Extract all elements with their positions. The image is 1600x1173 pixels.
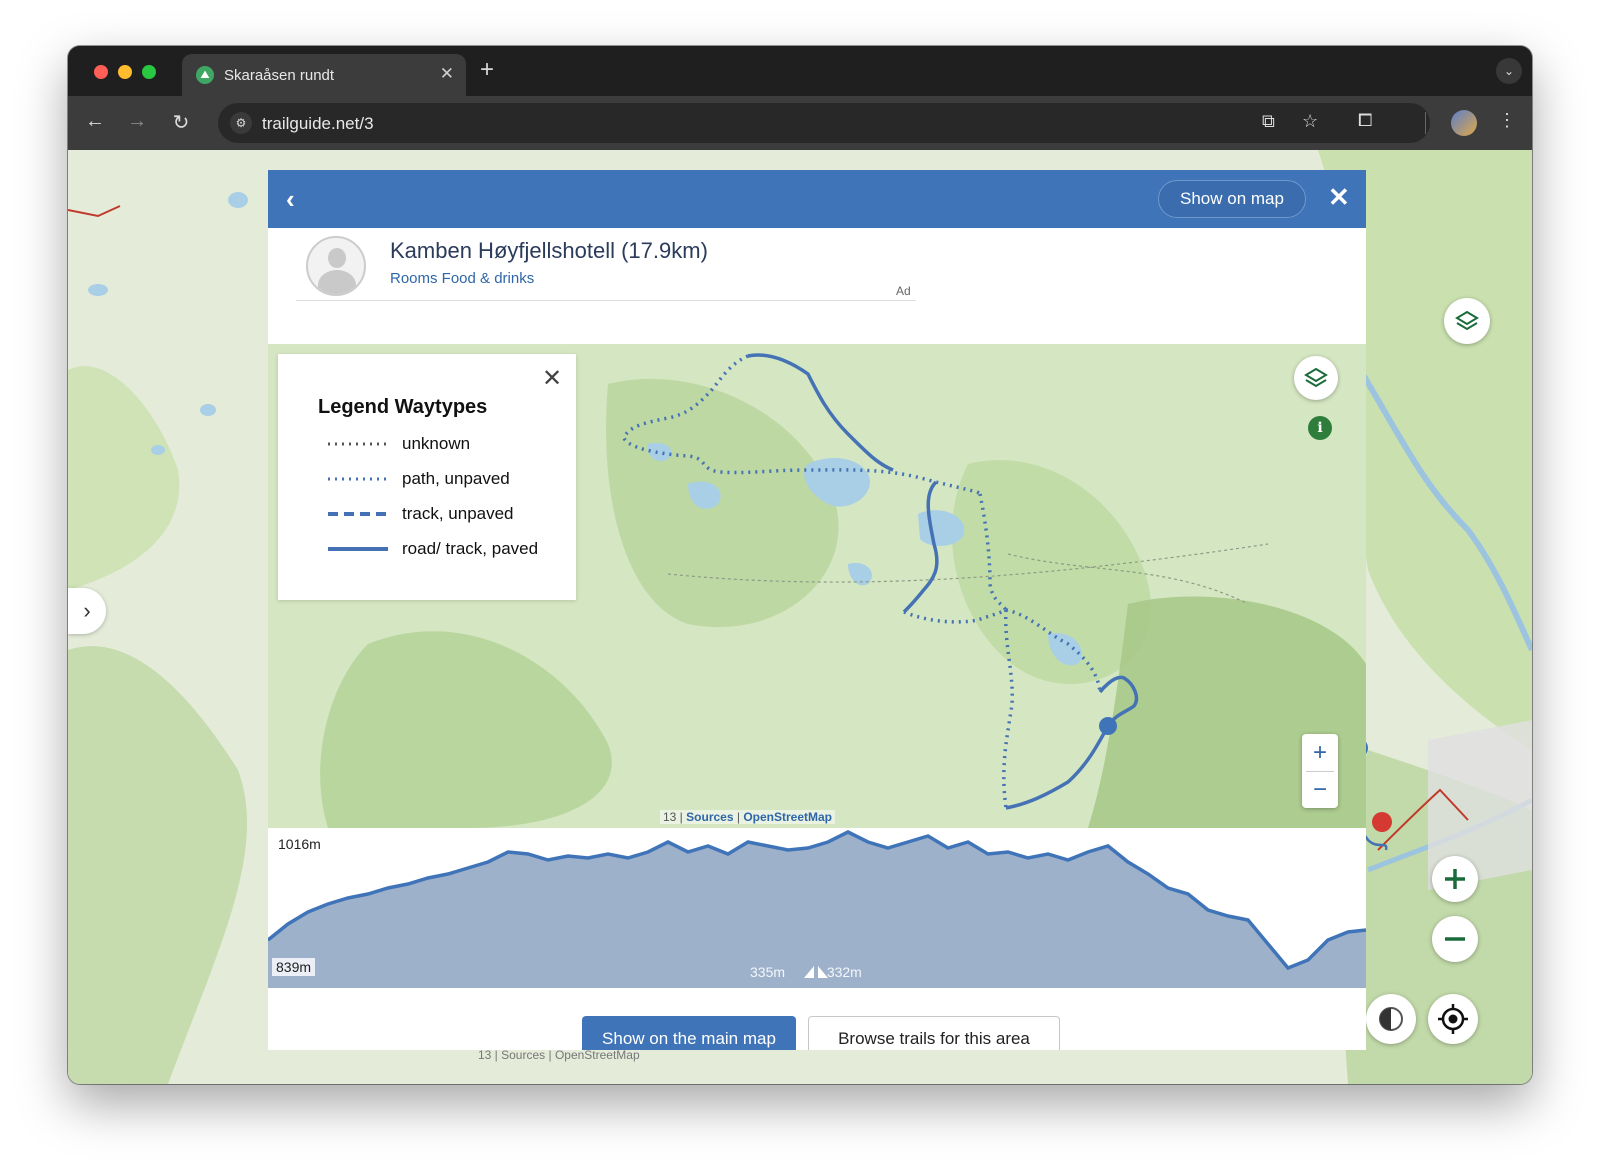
- browser-toolbar: ← → ↻ ⚙ trailguide.net/3 ⧉ ☆ ⧠ ⋮: [68, 96, 1532, 150]
- forward-arrow-icon[interactable]: →: [124, 110, 150, 133]
- extensions-puzzle-icon[interactable]: ⧠: [1358, 110, 1372, 131]
- trailguide-favicon-icon: ⛰: [196, 66, 214, 84]
- layers-button[interactable]: [1444, 298, 1490, 344]
- crosshair-icon: [1438, 1004, 1468, 1034]
- legend-label: road/ track, paved: [402, 539, 539, 558]
- reload-icon[interactable]: ↻: [168, 110, 194, 135]
- ad-divider: [296, 300, 916, 301]
- descent-label: 332m: [826, 964, 862, 980]
- legend-label: track, unpaved: [402, 504, 514, 523]
- minus-icon: [1445, 937, 1465, 941]
- toolbar-divider: [1425, 112, 1426, 134]
- elevation-max-label: 1016m: [278, 836, 321, 852]
- show-on-map-button[interactable]: Show on map: [1158, 180, 1306, 218]
- show-on-main-map-button[interactable]: Show on the main map: [582, 1016, 796, 1050]
- back-arrow-icon[interactable]: ←: [82, 110, 108, 133]
- ad-banner[interactable]: Kamben Høyfjellshotell (17.9km) Rooms Fo…: [268, 228, 1366, 344]
- legend-item-track: track, unpaved: [326, 502, 566, 526]
- trail-detail-modal: ‹ Show on map ✕ Kamben Høyfjellshotell (…: [268, 170, 1366, 1050]
- browser-window: ⛰ Skaraåsen rundt ✕ + ⌄ ← → ↻ ⚙ trailgui…: [68, 46, 1532, 1084]
- trail-map-zoom-out-button[interactable]: −: [1302, 771, 1338, 808]
- legend-title: Legend Waytypes: [318, 396, 488, 418]
- attribution-osm-link[interactable]: OpenStreetMap: [743, 810, 832, 824]
- back-chevron-icon[interactable]: ‹: [286, 184, 295, 215]
- tab-search-chevron-icon[interactable]: ⌄: [1496, 58, 1522, 84]
- solid-blue-line-icon: [328, 547, 388, 551]
- info-icon[interactable]: i: [1308, 416, 1332, 440]
- zoom-out-button[interactable]: [1432, 916, 1478, 962]
- elevation-stats: 335m 332m: [750, 964, 862, 980]
- open-external-icon[interactable]: ⧉: [1262, 111, 1275, 132]
- page-viewport: › 13 | Sources | OpenStreetMap ‹ Show on…: [68, 150, 1532, 1084]
- profile-avatar[interactable]: [1451, 110, 1477, 136]
- trail-map-zoom-control: + −: [1302, 734, 1338, 808]
- trail-map-layers-button[interactable]: [1294, 356, 1338, 400]
- trail-map-attribution: 13 | Sources | OpenStreetMap: [660, 810, 836, 824]
- legend-close-icon[interactable]: ✕: [542, 364, 562, 393]
- zoom-in-button[interactable]: [1432, 856, 1478, 902]
- locate-me-button[interactable]: [1428, 994, 1478, 1044]
- modal-header: ‹ Show on map ✕: [268, 170, 1366, 228]
- url-text[interactable]: trailguide.net/3: [262, 114, 374, 134]
- background-map-attribution[interactable]: 13 | Sources | OpenStreetMap: [478, 1048, 640, 1062]
- trail-map[interactable]: ✕ Legend Waytypes unknown path, unpaved …: [268, 344, 1366, 828]
- ad-subtitle[interactable]: Rooms Food & drinks: [390, 270, 534, 287]
- dotted-blue-line-icon: [328, 477, 388, 481]
- attribution-separator: |: [736, 810, 740, 824]
- layers-icon: [1455, 310, 1479, 331]
- minimize-window-button[interactable]: [118, 65, 132, 79]
- elevation-profile[interactable]: 1016m 839m 335m 332m: [268, 828, 1366, 988]
- ascent-label: 335m: [750, 964, 786, 980]
- address-bar[interactable]: ⚙ trailguide.net/3 ⧉ ☆: [218, 103, 1430, 143]
- tab-title: Skaraåsen rundt: [224, 67, 335, 84]
- bookmark-star-icon[interactable]: ☆: [1302, 111, 1318, 132]
- layers-icon: [1304, 367, 1328, 388]
- legend-panel: ✕ Legend Waytypes unknown path, unpaved …: [278, 354, 576, 600]
- new-tab-button[interactable]: +: [480, 56, 494, 84]
- legend-item-unknown: unknown: [326, 432, 566, 456]
- legend-item-road: road/ track, paved: [326, 537, 566, 561]
- attribution-sources-link[interactable]: Sources: [686, 810, 733, 824]
- legend-label: unknown: [402, 434, 471, 453]
- browser-tab[interactable]: ⛰ Skaraåsen rundt ✕: [182, 54, 466, 96]
- trail-end-marker-icon[interactable]: [1372, 812, 1392, 832]
- trail-start-pin-icon[interactable]: [1099, 717, 1117, 735]
- legend-item-path: path, unpaved: [326, 467, 566, 491]
- dashed-blue-line-icon: [328, 512, 388, 516]
- maximize-window-button[interactable]: [142, 65, 156, 79]
- browse-trails-button[interactable]: Browse trails for this area: [808, 1016, 1060, 1050]
- site-settings-icon[interactable]: ⚙: [230, 112, 252, 134]
- tab-close-icon[interactable]: ✕: [440, 64, 454, 84]
- ad-title[interactable]: Kamben Høyfjellshotell (17.9km): [390, 238, 708, 264]
- close-icon[interactable]: ✕: [1328, 182, 1350, 213]
- close-window-button[interactable]: [94, 65, 108, 79]
- plus-icon: [1445, 869, 1465, 889]
- trail-map-zoom-in-button[interactable]: +: [1302, 734, 1338, 771]
- ad-avatar: [306, 236, 366, 296]
- ad-label: Ad: [896, 284, 911, 298]
- elevation-min-label: 839m: [272, 958, 316, 976]
- tab-strip: ⛰ Skaraåsen rundt ✕ + ⌄: [68, 46, 1532, 96]
- legend-label: path, unpaved: [402, 469, 510, 488]
- attribution-zoom: 13 |: [663, 810, 683, 824]
- dotted-gray-line-icon: [328, 442, 388, 446]
- dark-mode-toggle[interactable]: [1366, 994, 1416, 1044]
- contrast-icon: [1379, 1007, 1403, 1031]
- browser-menu-icon[interactable]: ⋮: [1498, 110, 1516, 131]
